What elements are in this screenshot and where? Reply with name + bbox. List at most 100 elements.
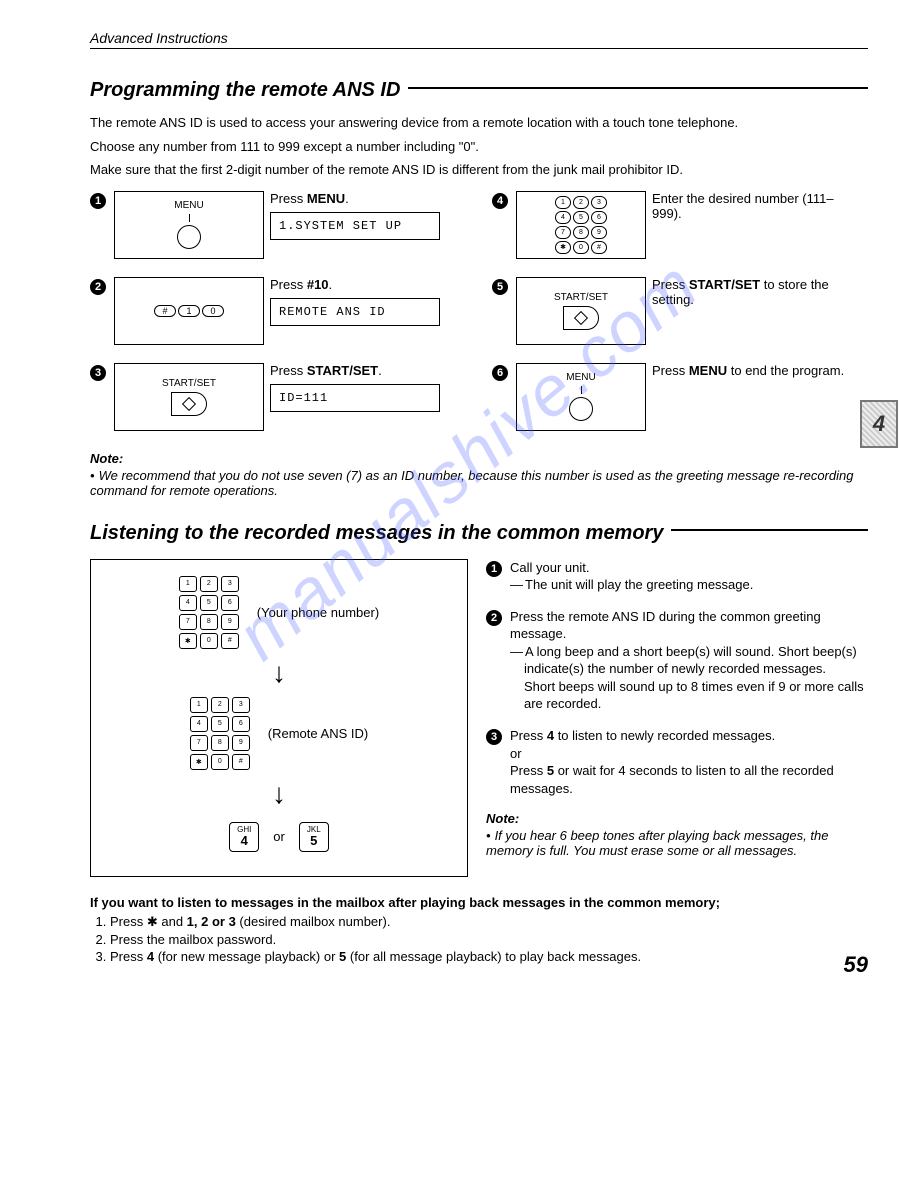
intro-line-2: Choose any number from 111 to 999 except… <box>90 138 868 156</box>
step-bullet-6: 6 <box>492 365 508 381</box>
step-bullet-4: 4 <box>492 193 508 209</box>
step3-lcd: ID=111 <box>270 384 440 412</box>
step1-panel: MENU <box>114 191 264 259</box>
t: START/SET <box>307 363 378 378</box>
keypad-icon: 123 456 789 ✱0# <box>555 196 607 254</box>
listening-diagram: 123 456 789 ✱0# (Your phone number) ↓ 12… <box>90 559 468 877</box>
listen-bullet-3: 3 <box>486 729 502 745</box>
step5-panel: START/SET <box>516 277 646 345</box>
t: and <box>158 914 187 929</box>
step2-panel: #10 <box>114 277 264 345</box>
t: . <box>329 277 333 292</box>
button-stem-2 <box>581 386 582 394</box>
section1-title: Programming the remote ANS ID <box>90 79 868 102</box>
key-5: JKL 5 <box>299 822 329 852</box>
t: Press <box>510 728 547 743</box>
t: Press <box>652 363 689 378</box>
key-4: GHI 4 <box>229 822 259 852</box>
note-title: Note: <box>90 451 868 466</box>
t: Press <box>652 277 689 292</box>
listen-bullet-2: 2 <box>486 610 502 626</box>
star-icon: ✱ <box>147 914 158 929</box>
t: . <box>378 363 382 378</box>
ans-id-keypad-icon: 123 456 789 ✱0# <box>190 697 250 770</box>
listen-step2-main: Press the remote ANS ID during the commo… <box>510 608 868 643</box>
note-body-2: If you hear 6 beep tones after playing b… <box>486 828 868 858</box>
t: MENU <box>307 191 345 206</box>
step6-panel: MENU <box>516 363 646 431</box>
t: START/SET <box>689 277 760 292</box>
t: 5 <box>547 763 554 778</box>
arrow-down-icon-2: ↓ <box>272 778 286 810</box>
startset-button-icon-2 <box>171 392 207 416</box>
t: Press <box>110 949 147 964</box>
section1-note: Note: We recommend that you do not use s… <box>90 451 868 498</box>
listening-steps: 1 Call your unit. The unit will play the… <box>486 559 868 859</box>
step3-instruction: Press START/SET. ID=111 <box>270 363 440 412</box>
mailbox-item-2: Press the mailbox password. <box>110 932 868 947</box>
t: MENU <box>689 363 727 378</box>
step-bullet-2: 2 <box>90 279 106 295</box>
intro-line-1: The remote ANS ID is used to access your… <box>90 114 868 132</box>
step1-instruction: Press MENU. 1.SYSTEM SET UP <box>270 191 440 240</box>
step-bullet-3: 3 <box>90 365 106 381</box>
intro-line-3: Make sure that the first 2-digit number … <box>90 161 868 179</box>
key-4-num: 4 <box>241 834 248 847</box>
rule-line <box>408 87 868 89</box>
menu-button-icon <box>177 225 201 249</box>
t: Press <box>110 914 147 929</box>
listen-step3-alt: Press 5 or wait for 4 seconds to listen … <box>510 762 868 797</box>
step-bullet-5: 5 <box>492 279 508 295</box>
key-5-num: 5 <box>310 834 317 847</box>
menu-label: MENU <box>174 200 203 211</box>
mailbox-item-1: Press ✱ and 1, 2 or 3 (desired mailbox n… <box>110 914 868 930</box>
section2-note: Note: If you hear 6 beep tones after pla… <box>486 811 868 858</box>
steps-grid: 1 MENU Press MENU. 1.SYSTEM SET UP 4 123… <box>90 191 868 431</box>
listen-step2-extra: Short beeps will sound up to 8 times eve… <box>524 678 868 713</box>
t: 4 <box>147 949 154 964</box>
listen-step1-main: Call your unit. <box>510 559 868 577</box>
t: (for all message playback) to play back … <box>346 949 641 964</box>
phone-keypad-icon: 123 456 789 ✱0# <box>179 576 239 649</box>
listen-step3-main: Press 4 to listen to newly recorded mess… <box>510 727 868 745</box>
startset-button-icon <box>563 306 599 330</box>
step4-instruction: Enter the desired number (111–999). <box>652 191 852 221</box>
t: Press <box>270 191 307 206</box>
t: 4 <box>547 728 554 743</box>
listen-step1-sub: The unit will play the greeting message. <box>524 576 868 594</box>
step5-instruction: Press START/SET to store the setting. <box>652 277 852 307</box>
page-header: Advanced Instructions <box>90 30 868 49</box>
t: (for new message playback) or <box>154 949 339 964</box>
startset-label-2: START/SET <box>162 378 216 389</box>
or-text: or <box>273 829 285 844</box>
t: . <box>345 191 349 206</box>
menu-button-icon-2 <box>569 397 593 421</box>
arrow-down-icon: ↓ <box>272 657 286 689</box>
step2-lcd: REMOTE ANS ID <box>270 298 440 326</box>
t: Press <box>510 763 547 778</box>
mailbox-title: If you want to listen to messages in the… <box>90 895 868 910</box>
section1-title-text: Programming the remote ANS ID <box>90 79 400 102</box>
section2-title: Listening to the recorded messages in th… <box>90 522 868 545</box>
rule-line-2 <box>671 529 868 531</box>
step3-panel: START/SET <box>114 363 264 431</box>
step2-instruction: Press #10. REMOTE ANS ID <box>270 277 440 326</box>
mailbox-item-3: Press 4 (for new message playback) or 5 … <box>110 949 868 964</box>
hash-1-0-keys: #10 <box>154 305 224 317</box>
listen-bullet-1: 1 <box>486 561 502 577</box>
listen-step3-or: or <box>510 745 868 763</box>
t: or wait for 4 seconds to listen to all t… <box>510 763 834 796</box>
button-stem <box>189 214 190 222</box>
menu-label-2: MENU <box>566 372 595 383</box>
startset-label: START/SET <box>554 292 608 303</box>
t: to end the program. <box>727 363 844 378</box>
listen-step2-sub: A long beep and a short beep(s) will sou… <box>524 643 868 678</box>
mailbox-section: If you want to listen to messages in the… <box>90 895 868 964</box>
remote-ans-id-label: (Remote ANS ID) <box>268 726 368 741</box>
step-bullet-1: 1 <box>90 193 106 209</box>
step1-lcd: 1.SYSTEM SET UP <box>270 212 440 240</box>
t: Press <box>270 277 307 292</box>
note-body: We recommend that you do not use seven (… <box>90 468 868 498</box>
t: Press <box>270 363 307 378</box>
t: (desired mailbox number). <box>236 914 391 929</box>
